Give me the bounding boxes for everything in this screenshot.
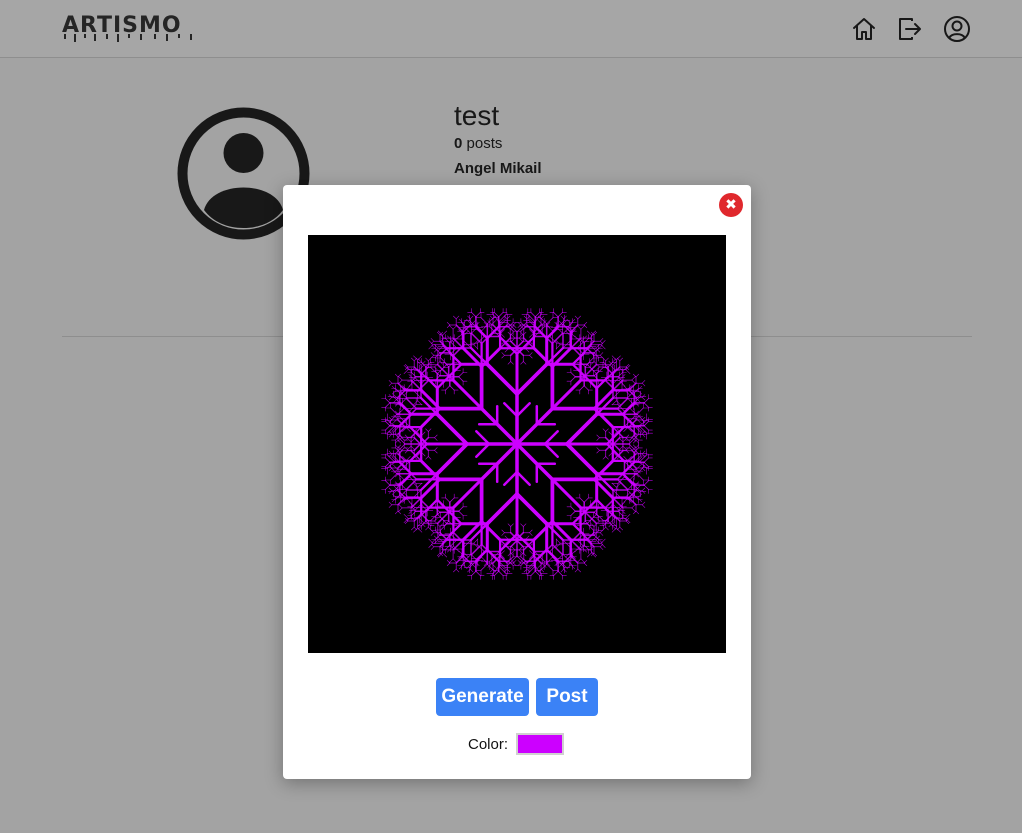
generate-art-modal: ✖ Generate Post Color: (283, 185, 751, 779)
generate-button[interactable]: Generate (436, 678, 529, 716)
fractal-snowflake-image (381, 308, 653, 580)
fractal-strokes (381, 308, 653, 580)
post-button[interactable]: Post (536, 678, 598, 716)
color-input[interactable] (516, 733, 565, 755)
color-picker-row: Color: (468, 732, 565, 756)
color-label: Color: (468, 735, 509, 753)
art-canvas (308, 235, 726, 653)
close-icon[interactable]: ✖ (719, 193, 743, 217)
